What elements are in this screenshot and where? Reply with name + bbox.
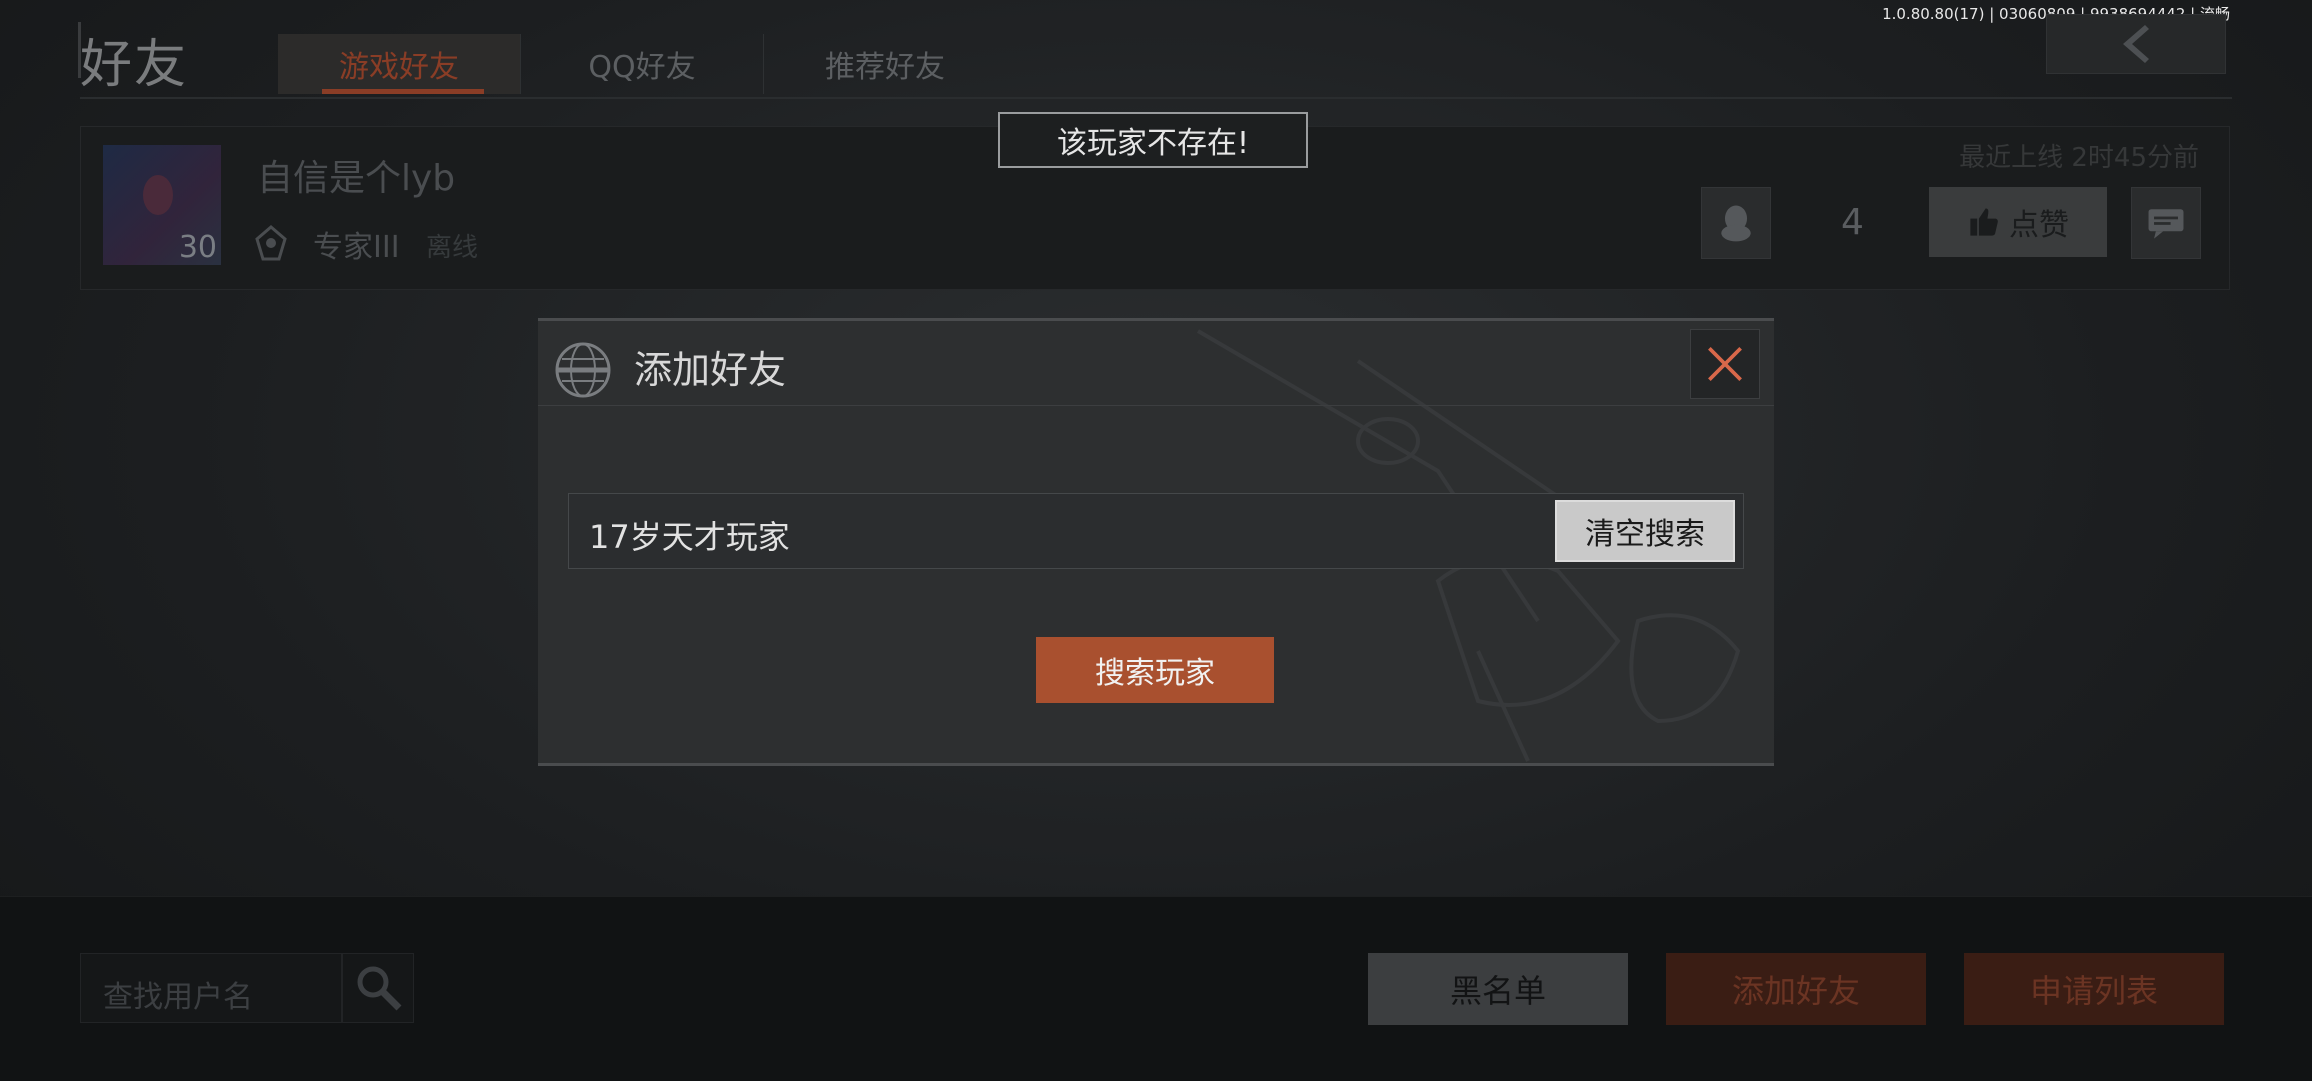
- tab-game-friends[interactable]: 游戏好友: [278, 34, 520, 94]
- chat-button[interactable]: [2131, 187, 2201, 259]
- search-input-value[interactable]: 17岁天才玩家: [589, 512, 790, 558]
- online-status: 离线: [426, 233, 479, 263]
- username-search-input[interactable]: 查找用户名: [80, 953, 414, 1023]
- bottom-bar: 查找用户名 黑名单 添加好友 申请列表: [0, 896, 2312, 1081]
- search-placeholder: 查找用户名: [103, 980, 253, 1015]
- add-friend-dialog: 添加好友 17岁天才玩家 清空搜索 搜索玩家: [538, 318, 1774, 766]
- rank-name: 专家III: [313, 230, 400, 265]
- clear-search-button[interactable]: 清空搜索: [1555, 500, 1735, 562]
- page-title: 好友: [80, 35, 189, 95]
- thumbs-up-icon: [1970, 208, 1998, 236]
- rank-icon: [251, 223, 291, 263]
- globe-icon: [555, 342, 611, 398]
- avatar[interactable]: 30: [103, 145, 221, 265]
- like-button[interactable]: 点赞: [1929, 187, 2107, 257]
- close-icon: [1708, 347, 1742, 381]
- error-toast: 该玩家不存在!: [998, 112, 1308, 168]
- back-button[interactable]: [2046, 14, 2226, 74]
- dialog-title: 添加好友: [634, 348, 787, 392]
- blacklist-button[interactable]: 黑名单: [1368, 953, 1628, 1025]
- header-divider: [80, 97, 2232, 99]
- search-player-button[interactable]: 搜索玩家: [1036, 637, 1274, 703]
- dialog-header: 添加好友: [538, 321, 1774, 406]
- friend-name: 自信是个lyb: [257, 158, 456, 199]
- add-friend-button[interactable]: 添加好友: [1666, 953, 1926, 1025]
- search-divider: [341, 954, 343, 1022]
- search-icon[interactable]: [353, 962, 405, 1014]
- player-search-input[interactable]: 17岁天才玩家 清空搜索: [568, 493, 1744, 569]
- chat-icon: [2148, 209, 2184, 239]
- friend-tabs: 游戏好友 QQ好友 推荐好友: [278, 34, 1006, 94]
- qq-icon[interactable]: [1701, 187, 1771, 259]
- tab-qq-friends[interactable]: QQ好友: [521, 34, 763, 94]
- avatar-image: [143, 175, 173, 215]
- close-button[interactable]: [1690, 329, 1760, 399]
- like-count: 4: [1841, 202, 1864, 243]
- request-list-button[interactable]: 申请列表: [1964, 953, 2224, 1025]
- like-label: 点赞: [2009, 208, 2069, 243]
- last-online-time: 最近上线 2时45分前: [1959, 143, 2199, 173]
- tab-recommended-friends[interactable]: 推荐好友: [764, 34, 1006, 94]
- player-level: 30: [178, 230, 217, 265]
- back-arrow-icon: [2123, 25, 2149, 63]
